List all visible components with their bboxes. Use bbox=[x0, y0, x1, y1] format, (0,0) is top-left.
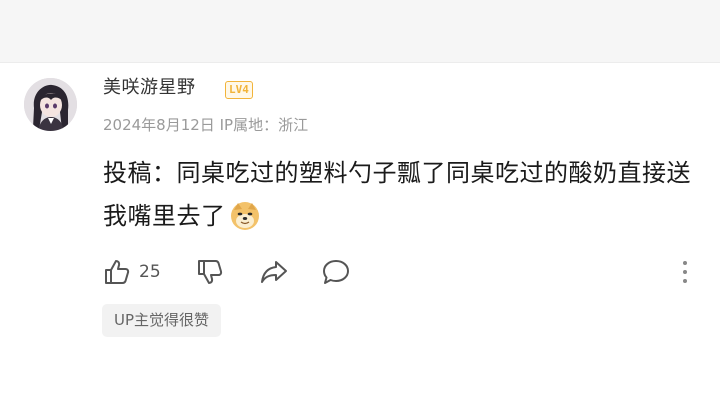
dislike-button[interactable] bbox=[196, 256, 224, 288]
more-vertical-icon bbox=[683, 261, 687, 283]
like-count: 25 bbox=[139, 262, 161, 282]
up-liked-tag: UP主觉得很赞 bbox=[102, 304, 222, 337]
username[interactable]: 美咲游星野 bbox=[103, 76, 196, 100]
thumbs-down-icon bbox=[198, 260, 223, 284]
comment-text: 投稿：同桌吃过的塑料勺子瓢了同桌吃过的酸奶直接送我嘴里去了 bbox=[103, 159, 691, 230]
reply-bubble-icon bbox=[323, 260, 349, 284]
doge-emoji-icon bbox=[230, 201, 260, 245]
level-badge: LV4 bbox=[225, 81, 253, 99]
comment-content: 投稿：同桌吃过的塑料勺子瓢了同桌吃过的酸奶直接送我嘴里去了 bbox=[103, 152, 703, 245]
share-button[interactable] bbox=[259, 256, 289, 288]
reply-button[interactable] bbox=[321, 256, 351, 288]
avatar[interactable] bbox=[24, 78, 77, 131]
ip-location: IP属地：浙江 bbox=[219, 116, 309, 134]
like-button[interactable]: 25 bbox=[103, 256, 161, 288]
top-divider-area bbox=[0, 0, 720, 63]
thumbs-up-icon bbox=[105, 260, 130, 284]
comment-meta: 2024年8月12日 IP属地：浙江 bbox=[103, 115, 308, 135]
comment-page: 美咲游星野 LV4 2024年8月12日 IP属地：浙江 投稿：同桌吃过的塑料勺… bbox=[0, 0, 720, 405]
avatar-image bbox=[24, 78, 77, 131]
share-arrow-icon bbox=[261, 261, 287, 283]
comment-date: 2024年8月12日 bbox=[103, 116, 215, 134]
more-options-button[interactable] bbox=[676, 259, 694, 285]
